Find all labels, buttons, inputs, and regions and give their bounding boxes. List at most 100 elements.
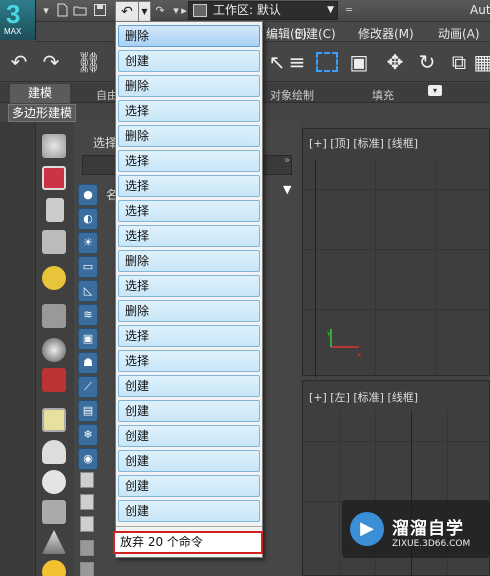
undo-history-item[interactable]: 选择 [118, 100, 260, 122]
box-outline-icon[interactable]: ▤ [78, 400, 98, 422]
bone-icon[interactable]: ☗ [78, 352, 98, 374]
new-file-icon[interactable] [54, 3, 70, 19]
logo-glyph: 3 [6, 0, 21, 29]
dropdown-small-icon[interactable]: ▾ [38, 3, 54, 19]
open-folder-icon[interactable] [72, 3, 88, 19]
undo-history-item[interactable]: 创建 [118, 375, 260, 397]
teapot-icon[interactable] [42, 134, 66, 158]
undo-history-item[interactable]: 创建 [118, 475, 260, 497]
undo-history-item[interactable]: 删除 [118, 125, 260, 147]
app-logo[interactable]: 3 MAX [0, 0, 36, 40]
menu-item-modifiers[interactable]: 修改器(M) [358, 25, 414, 42]
select-by-name-icon[interactable]: ≡ [284, 50, 310, 74]
menu-bar [36, 22, 490, 42]
undo-history-item[interactable]: 选择 [118, 200, 260, 222]
lights-icon[interactable]: ☀ [78, 232, 98, 254]
undo-history-item[interactable]: 选择 [118, 275, 260, 297]
undo-count-status: 放弃 20 个命令 [113, 531, 263, 554]
tab-object-paint[interactable]: 对象绘制 [270, 87, 314, 103]
panel-select-label: 选择 [93, 136, 118, 150]
menu-item-animation[interactable]: 动画(A) [438, 25, 480, 42]
move-icon[interactable]: ✥ [382, 50, 408, 74]
table-icon[interactable] [42, 230, 66, 254]
logo-sub: MAX [4, 27, 22, 36]
ribbon-options-icon[interactable]: ▾ [428, 85, 442, 96]
rotate-icon[interactable]: ↻ [414, 50, 440, 74]
undo-history-item[interactable]: 删除 [118, 75, 260, 97]
divider [116, 526, 262, 527]
sphere-light-icon[interactable] [42, 338, 66, 362]
plane-icon[interactable] [42, 408, 66, 432]
undo-history-item[interactable]: 选择 [118, 175, 260, 197]
basket-icon[interactable] [42, 500, 66, 524]
undo-history-item[interactable]: 创建 [118, 400, 260, 422]
redo-icon[interactable]: ↷ [152, 3, 168, 19]
undo-history-item[interactable]: 选择 [118, 325, 260, 347]
doc-small-icon-2[interactable] [80, 494, 94, 510]
undo-history-item[interactable]: 选择 [118, 150, 260, 172]
redo-icon[interactable]: ↷ [38, 50, 64, 74]
undo-history-item[interactable]: 删除 [118, 300, 260, 322]
hemisphere-icon[interactable] [42, 440, 66, 464]
tab-populate[interactable]: 填充 [372, 87, 394, 103]
snowflake-icon[interactable]: ❄ [78, 424, 98, 446]
undo-history-item[interactable]: 删除 [118, 25, 260, 47]
watermark-logo-icon: ▶ [350, 512, 384, 546]
cameras-icon[interactable]: ▭ [78, 256, 98, 278]
left-strip [0, 122, 36, 576]
chevron-down-icon[interactable]: ▼ [283, 183, 291, 196]
document-icon[interactable] [46, 198, 64, 222]
viewport-top-label[interactable]: [+] [顶] [标准] [线框] [309, 135, 418, 151]
snap-icon[interactable]: ▦ [470, 50, 490, 74]
doc-small-icon[interactable] [80, 472, 94, 488]
window-crossing-icon[interactable]: ▣ [346, 50, 372, 74]
shapes-icon[interactable]: ◐ [78, 208, 98, 230]
undo-history-item[interactable]: 创建 [118, 425, 260, 447]
svg-text:y: y [327, 329, 331, 337]
undo-button[interactable]: ↶ [115, 1, 139, 21]
undo-history-item[interactable]: 选择 [118, 225, 260, 247]
undo-history-item[interactable]: 创建 [118, 500, 260, 522]
save-icon[interactable] [92, 3, 108, 19]
undo-dropdown-arrow[interactable]: ▼ [139, 1, 151, 21]
double-chevron-icon[interactable]: » [284, 155, 290, 166]
undo-history-item[interactable]: 创建 [118, 450, 260, 472]
watermark-title: 溜溜自学 [392, 519, 464, 539]
arrow-down-icon[interactable] [80, 562, 94, 576]
scale-icon[interactable]: ⧉ [446, 50, 472, 74]
light-icon[interactable] [42, 266, 66, 290]
camera-icon[interactable] [42, 304, 66, 328]
render-icon[interactable] [42, 368, 66, 392]
svg-text:x: x [357, 351, 361, 359]
helpers-icon[interactable]: ◺ [78, 280, 98, 302]
undo-history-item[interactable]: 选择 [118, 350, 260, 372]
chevron-down-icon: ▼ [327, 5, 334, 15]
undo-history-dropdown: 删除 创建 删除 选择 删除 选择 选择 选择 选择 删除 选择 删除 选择 选择 创建 创建 创建 创建 创建 创建 [115, 21, 263, 558]
tab-poly-modeling[interactable]: 多边形建模 [8, 104, 76, 122]
doc-small-icon-3[interactable] [80, 516, 94, 532]
link-icon[interactable]: ⛓ [76, 50, 102, 74]
axis-gizmo-icon: x y [327, 329, 361, 359]
workspace-icon [193, 4, 207, 17]
undo-icon[interactable]: ↶ [6, 50, 32, 74]
geometry-icon[interactable]: ● [78, 184, 98, 206]
rect-selection-icon[interactable] [316, 52, 338, 72]
systems-icon[interactable]: ▣ [78, 328, 98, 350]
undo-history-item[interactable]: 删除 [118, 250, 260, 272]
material-icon[interactable] [42, 166, 66, 190]
menu-collapse-icon[interactable]: ═ [342, 2, 356, 19]
particles-icon[interactable]: ⟋ [78, 376, 98, 398]
workspace-label: 工作区: 默认 [213, 3, 281, 17]
app-title: Aut [470, 3, 490, 17]
spacewarps-icon[interactable]: ≋ [78, 304, 98, 326]
menu-item-create[interactable]: 创建(C) [294, 25, 336, 42]
watermark-subtitle: ZIXUE.3D66.COM [392, 539, 471, 549]
eye-icon[interactable]: ◉ [78, 448, 98, 470]
viewport-left-label[interactable]: [+] [左] [标准] [线框] [309, 389, 418, 405]
viewport-top[interactable]: [+] [顶] [标准] [线框] x y [302, 128, 490, 377]
tab-modeling[interactable]: 建模 [10, 84, 70, 103]
funnel-icon[interactable] [80, 540, 94, 556]
workspace-select[interactable]: 工作区: 默认 ▼ [188, 1, 338, 20]
circle-icon[interactable] [42, 470, 66, 494]
undo-history-item[interactable]: 创建 [118, 50, 260, 72]
